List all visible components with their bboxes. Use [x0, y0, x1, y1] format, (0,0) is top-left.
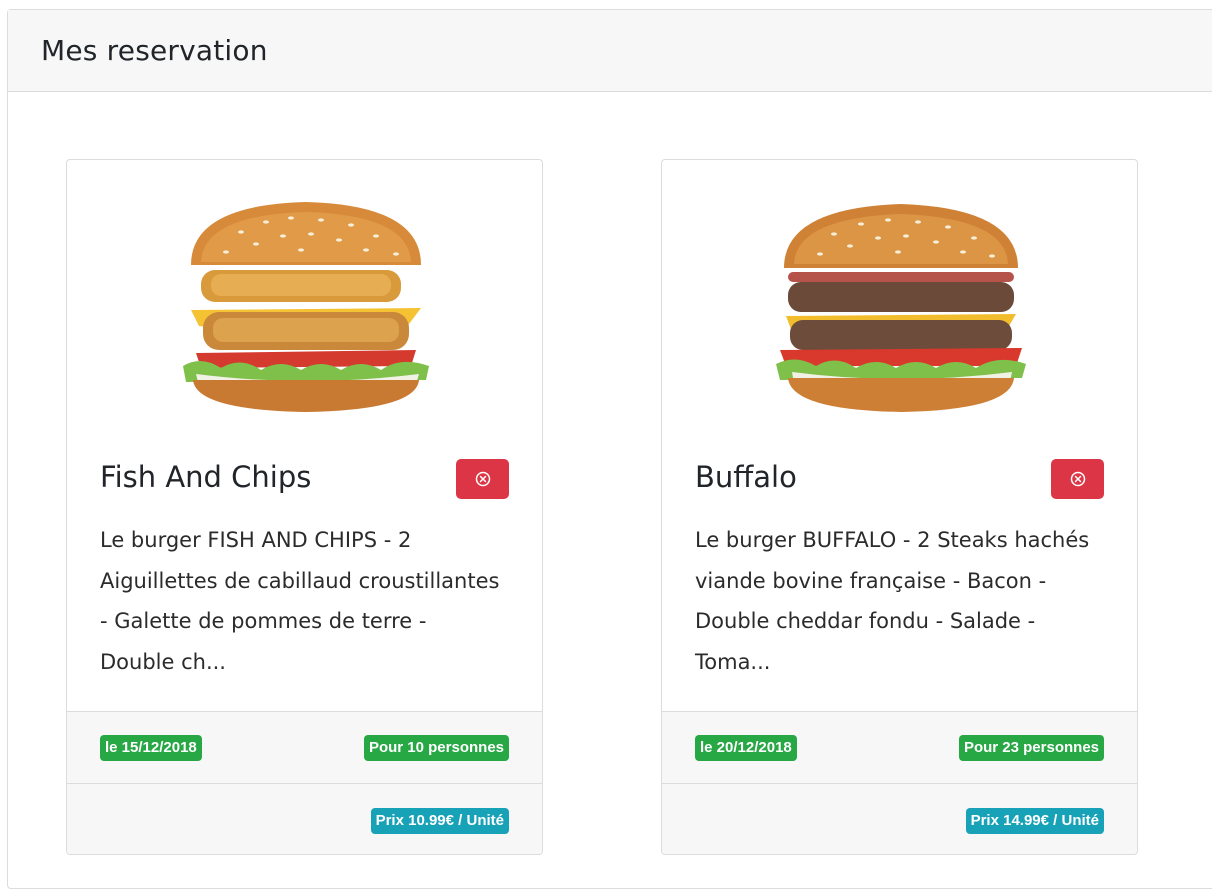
delete-reservation-button[interactable]: [1051, 459, 1104, 499]
reservation-card: Fish And Chips Le burger FISH AND CHIPS …: [66, 159, 543, 855]
card-title: Fish And Chips: [100, 460, 312, 494]
card-footer-info: le 20/12/2018 Pour 23 personnes: [662, 711, 1137, 783]
date-badge: le 15/12/2018: [100, 735, 202, 761]
beef-burger-image: [776, 204, 1026, 412]
persons-badge: Pour 23 personnes: [958, 735, 1104, 761]
persons-badge: Pour 10 personnes: [363, 735, 509, 761]
card-description: Le burger FISH AND CHIPS - 2 Aiguillette…: [100, 528, 500, 674]
delete-reservation-button[interactable]: [456, 459, 509, 499]
card-footer-price: Prix 14.99€ / Unité: [662, 783, 1137, 854]
date-badge: le 20/12/2018: [695, 735, 797, 761]
card-title: Buffalo: [695, 460, 797, 494]
close-circle-icon: [1070, 471, 1085, 487]
price-badge: Prix 14.99€ / Unité: [965, 808, 1104, 834]
card-footer-price: Prix 10.99€ / Unité: [67, 783, 542, 854]
panel-header: Mes reservation: [8, 10, 1212, 92]
card-footer-info: le 15/12/2018 Pour 10 personnes: [67, 711, 542, 783]
close-circle-icon: [475, 471, 490, 487]
reservation-card: Buffalo Le burger BUFFALO - 2 Steaks hac…: [661, 159, 1138, 855]
fish-burger-image: [183, 202, 429, 412]
card-description: Le burger BUFFALO - 2 Steaks hachés vian…: [695, 528, 1090, 674]
page-title: Mes reservation: [41, 34, 268, 67]
price-badge: Prix 10.99€ / Unité: [370, 808, 509, 834]
